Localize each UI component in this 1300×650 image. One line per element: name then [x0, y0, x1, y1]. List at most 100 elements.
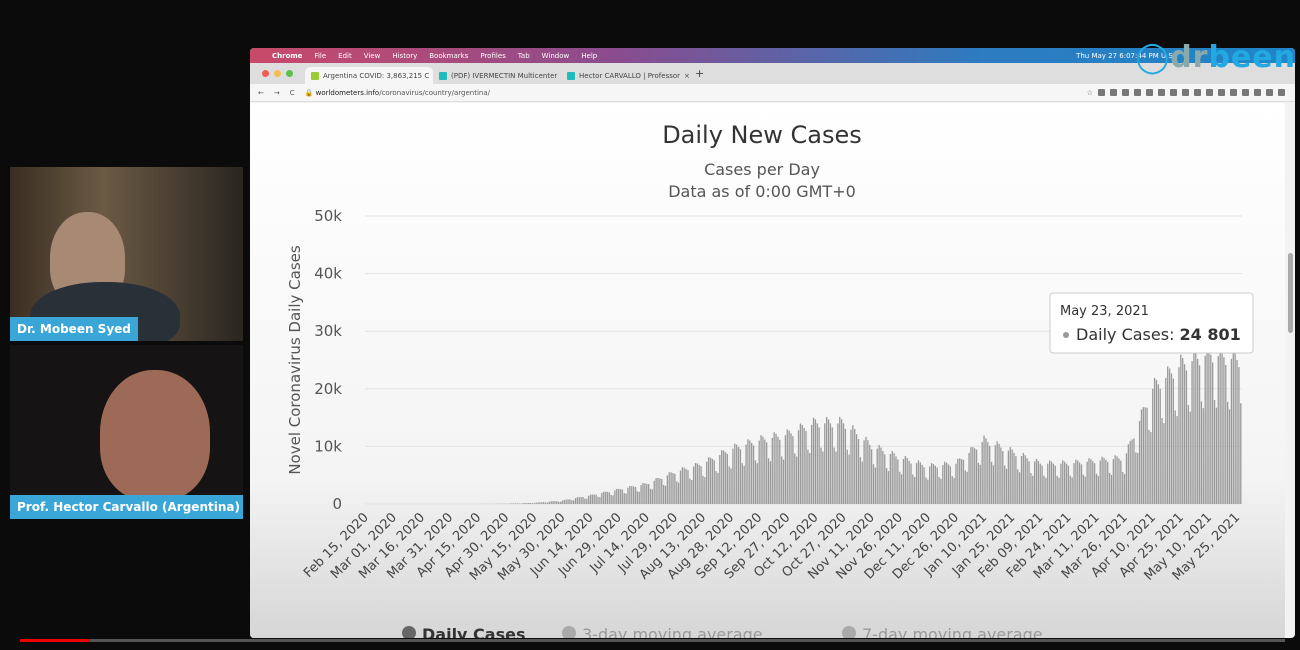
bar[interactable]: [589, 494, 592, 504]
bar[interactable]: [619, 489, 622, 504]
bar[interactable]: [1063, 461, 1066, 504]
bar[interactable]: [1163, 423, 1165, 504]
bar[interactable]: [1217, 356, 1219, 504]
bar[interactable]: [852, 425, 854, 504]
extension-icon[interactable]: [1218, 88, 1225, 96]
bar[interactable]: [707, 457, 710, 504]
bar[interactable]: [1187, 405, 1189, 504]
bar[interactable]: [717, 472, 719, 504]
bar[interactable]: [863, 440, 865, 504]
bar[interactable]: [1097, 475, 1100, 504]
bar[interactable]: [578, 497, 580, 504]
bar[interactable]: [1157, 384, 1159, 504]
extension-icon[interactable]: [1242, 88, 1249, 96]
bar[interactable]: [715, 471, 717, 504]
bar[interactable]: [670, 472, 672, 504]
bar[interactable]: [870, 449, 873, 504]
bar[interactable]: [722, 450, 725, 504]
bar[interactable]: [711, 458, 713, 504]
bar[interactable]: [784, 435, 787, 504]
bar[interactable]: [741, 463, 743, 504]
bar[interactable]: [820, 447, 822, 504]
bar[interactable]: [833, 447, 835, 504]
bar[interactable]: [1099, 460, 1101, 504]
bar[interactable]: [799, 423, 802, 504]
bar[interactable]: [942, 465, 944, 504]
bar[interactable]: [884, 454, 886, 504]
bar[interactable]: [721, 450, 723, 504]
bar[interactable]: [702, 475, 704, 504]
menu-chrome[interactable]: Chrome: [272, 52, 302, 60]
bar[interactable]: [531, 503, 534, 504]
bar[interactable]: [1167, 366, 1169, 504]
bar[interactable]: [574, 498, 577, 504]
bar[interactable]: [649, 488, 652, 504]
forward-icon[interactable]: →: [274, 89, 280, 97]
bar[interactable]: [899, 471, 901, 504]
bar[interactable]: [1219, 344, 1221, 504]
bar[interactable]: [968, 452, 970, 504]
bar[interactable]: [696, 463, 698, 504]
bar[interactable]: [573, 500, 575, 504]
bar[interactable]: [550, 501, 552, 504]
bar[interactable]: [1176, 416, 1178, 504]
bar[interactable]: [647, 484, 650, 504]
bar[interactable]: [1146, 407, 1148, 504]
bar[interactable]: [985, 438, 987, 504]
bar[interactable]: [739, 449, 742, 504]
bar[interactable]: [983, 435, 985, 504]
bar[interactable]: [771, 437, 773, 504]
bar[interactable]: [1052, 463, 1055, 504]
bar[interactable]: [1045, 477, 1047, 504]
bar[interactable]: [541, 502, 543, 504]
bar[interactable]: [904, 456, 907, 504]
bar[interactable]: [964, 470, 966, 504]
bar[interactable]: [955, 463, 957, 504]
bar[interactable]: [987, 442, 989, 504]
extension-icon[interactable]: [1146, 88, 1153, 96]
bar[interactable]: [1142, 407, 1144, 504]
bar[interactable]: [513, 503, 515, 504]
bar[interactable]: [989, 445, 991, 504]
bar[interactable]: [535, 502, 537, 504]
bar[interactable]: [1185, 370, 1188, 504]
bar[interactable]: [902, 459, 905, 504]
bar[interactable]: [1122, 471, 1124, 504]
bar[interactable]: [662, 485, 665, 504]
bar[interactable]: [706, 461, 708, 504]
bar[interactable]: [1033, 461, 1036, 504]
bar[interactable]: [728, 466, 730, 504]
extension-icon[interactable]: [1206, 88, 1213, 96]
bar[interactable]: [621, 489, 624, 504]
bar[interactable]: [846, 449, 848, 504]
bar[interactable]: [586, 498, 588, 504]
bar[interactable]: [929, 466, 931, 504]
bar[interactable]: [565, 499, 567, 504]
bar[interactable]: [801, 424, 803, 504]
bar[interactable]: [814, 419, 817, 504]
bar[interactable]: [887, 471, 890, 504]
bar[interactable]: [872, 464, 875, 504]
bar[interactable]: [522, 503, 524, 504]
bar[interactable]: [576, 497, 579, 504]
bar[interactable]: [1028, 461, 1030, 504]
bar[interactable]: [1152, 388, 1154, 504]
bar[interactable]: [1110, 474, 1113, 504]
extension-icon[interactable]: [1194, 88, 1201, 96]
bar[interactable]: [906, 458, 908, 504]
bar[interactable]: [612, 495, 614, 504]
bar[interactable]: [1073, 463, 1075, 504]
bar[interactable]: [842, 423, 845, 504]
bar[interactable]: [974, 448, 976, 504]
bar[interactable]: [1225, 365, 1227, 504]
bar[interactable]: [1019, 472, 1021, 504]
bar[interactable]: [653, 480, 655, 504]
bar[interactable]: [1065, 463, 1068, 504]
bar[interactable]: [1138, 421, 1141, 504]
bar[interactable]: [1069, 475, 1071, 504]
tab-pdf[interactable]: (PDF) IVERMECTIN Multicenter×: [433, 67, 561, 84]
bar[interactable]: [1133, 438, 1135, 504]
bar[interactable]: [754, 460, 757, 504]
bar[interactable]: [917, 460, 920, 504]
bar[interactable]: [1206, 343, 1208, 504]
